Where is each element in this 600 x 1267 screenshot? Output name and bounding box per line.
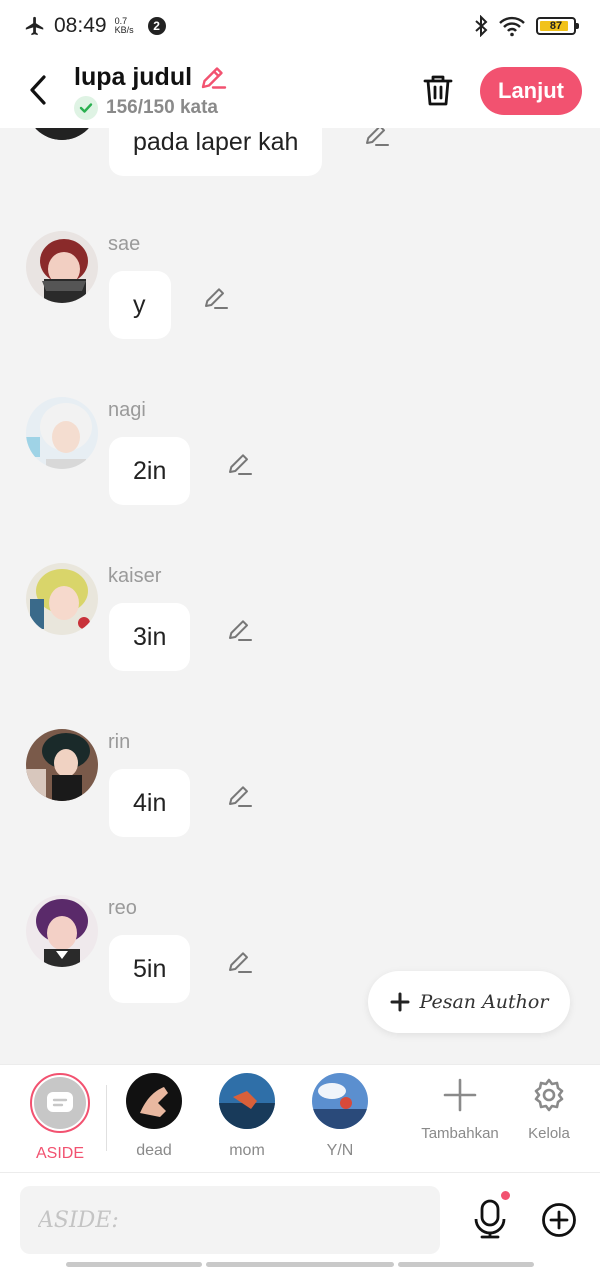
microphone-icon (474, 1199, 506, 1239)
chat-bubble-icon (47, 1092, 73, 1112)
avatar (219, 1073, 275, 1129)
avatar[interactable] (26, 895, 98, 967)
voice-button[interactable] (470, 1191, 510, 1241)
pencil-icon (205, 288, 228, 309)
character-label: Y/N (326, 1142, 354, 1159)
author-message-label: Pesan Author (419, 991, 549, 1013)
add-character-button[interactable]: Tambahkan (416, 1077, 504, 1142)
sender-name: rin (108, 731, 131, 753)
message-bubble[interactable]: y (109, 271, 171, 339)
message-bubble[interactable]: 4in (109, 769, 191, 837)
character-label: mom (229, 1142, 265, 1159)
keyboard-hint-bar (206, 1262, 394, 1267)
check-icon (74, 96, 98, 120)
sender-name: reo (108, 897, 137, 919)
keyboard-hint-bar (398, 1262, 534, 1267)
delete-button[interactable] (418, 70, 458, 110)
character-label: dead (136, 1142, 172, 1159)
title-block: lupa judul 156/150 kata (74, 62, 228, 120)
story-title: lupa judul (74, 62, 193, 91)
battery-level: 87 (549, 20, 563, 32)
avatar (126, 1073, 182, 1129)
edit-message-button[interactable] (225, 947, 255, 977)
character-mom[interactable]: mom (207, 1073, 287, 1160)
chat-message: pada laper kah (0, 128, 600, 198)
network-speed: 0.7 KB/s (114, 16, 134, 35)
sender-name: kaiser (108, 565, 162, 587)
edit-message-button[interactable] (225, 615, 255, 645)
avatar[interactable] (26, 128, 98, 140)
status-time: 08:49 (54, 14, 107, 37)
next-button[interactable]: Lanjut (480, 67, 582, 115)
chat-message: rin 4in (0, 729, 600, 859)
sender-name: sae (108, 233, 141, 255)
plus-icon (390, 992, 410, 1012)
divider (106, 1085, 107, 1151)
manage-characters-label: Kelola (528, 1125, 570, 1142)
edit-message-button[interactable] (362, 128, 392, 150)
status-bar: 08:49 0.7 KB/s 2 87 (0, 0, 600, 52)
chat-area[interactable]: pada laper kah sae y nagi 2in kaiser 3in (0, 128, 600, 1064)
manage-characters-button[interactable]: Kelola (519, 1077, 579, 1142)
chevron-left-icon (30, 75, 46, 105)
author-message-button[interactable]: Pesan Author (368, 971, 570, 1033)
message-input[interactable] (20, 1186, 440, 1254)
editor-header: lupa judul 156/150 kata Lanjut (0, 52, 600, 128)
pencil-icon (229, 952, 252, 973)
composer-bar (0, 1172, 600, 1267)
wifi-icon (499, 16, 525, 37)
character-dead[interactable]: dead (114, 1073, 194, 1160)
pencil-icon (229, 786, 252, 807)
pencil-icon (229, 620, 252, 641)
chat-message: kaiser 3in (0, 563, 600, 693)
message-bubble[interactable]: 5in (109, 935, 191, 1003)
edit-message-button[interactable] (225, 781, 255, 811)
message-bubble[interactable]: pada laper kah (109, 128, 323, 176)
plus-circle-icon (542, 1203, 576, 1237)
message-bubble[interactable]: 3in (109, 603, 191, 671)
chat-message: nagi 2in (0, 397, 600, 527)
avatar[interactable] (26, 397, 98, 469)
edit-message-button[interactable] (225, 449, 255, 479)
avatar (312, 1073, 368, 1129)
attach-button[interactable] (540, 1201, 578, 1239)
battery-icon: 87 (536, 17, 579, 35)
keyboard-hint-bar (66, 1262, 202, 1267)
bluetooth-icon (475, 15, 488, 37)
character-aside[interactable]: ASIDE (20, 1073, 100, 1163)
character-selector: ASIDE dead mom Y/N Tambahkan Kelola (0, 1064, 600, 1172)
airplane-mode-icon (25, 16, 44, 36)
word-count: 156/150 kata (106, 97, 218, 118)
avatar[interactable] (26, 231, 98, 303)
add-character-label: Tambahkan (421, 1125, 499, 1142)
message-bubble[interactable]: 2in (109, 437, 191, 505)
gear-icon (534, 1078, 564, 1112)
chat-message: sae y (0, 231, 600, 361)
pencil-icon (366, 128, 389, 146)
edit-title-icon[interactable] (198, 62, 228, 92)
plus-icon (443, 1078, 477, 1112)
avatar[interactable] (26, 729, 98, 801)
character-yn[interactable]: Y/N (300, 1073, 380, 1160)
sender-name: nagi (108, 399, 146, 421)
character-label: ASIDE (35, 1145, 84, 1162)
back-button[interactable] (20, 70, 56, 110)
notification-badge: 2 (147, 17, 166, 35)
pencil-icon (229, 454, 252, 475)
avatar[interactable] (26, 563, 98, 635)
edit-message-button[interactable] (201, 283, 231, 313)
trash-icon (423, 75, 453, 106)
recording-dot (501, 1191, 510, 1200)
